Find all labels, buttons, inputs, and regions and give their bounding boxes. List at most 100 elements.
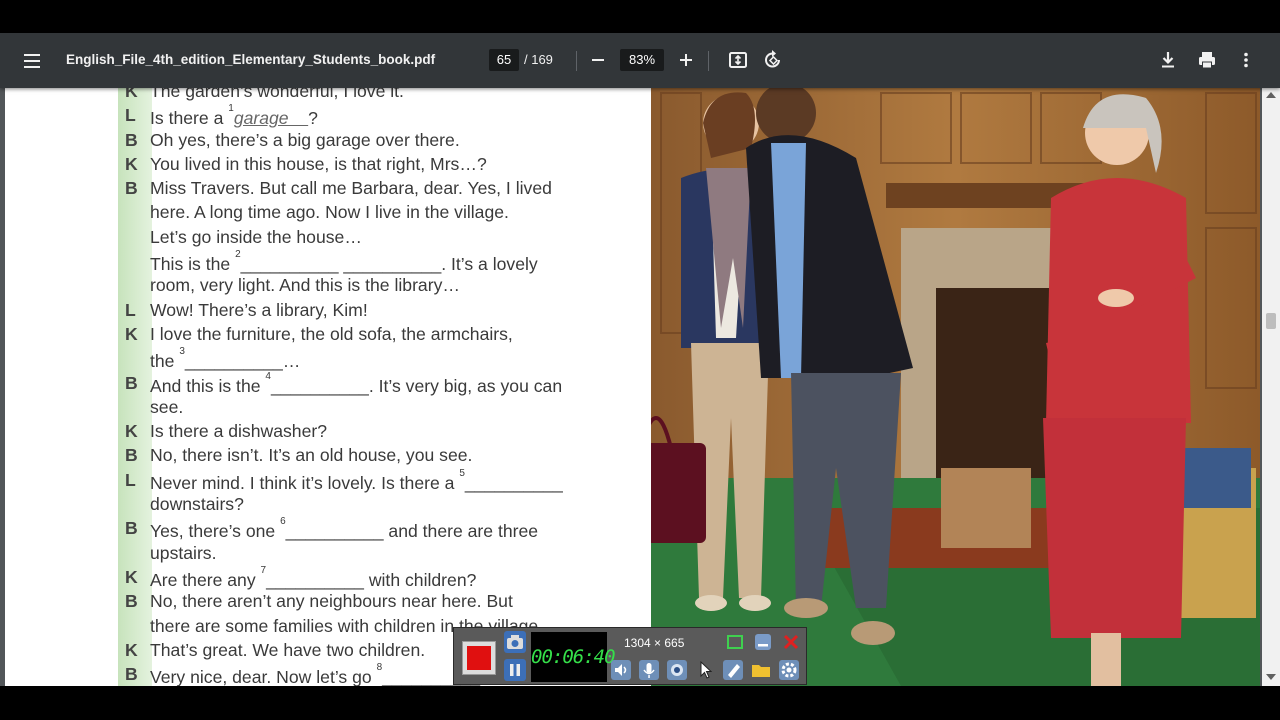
download-button[interactable] <box>1155 47 1181 73</box>
filled-answer: garage <box>233 108 309 129</box>
dialogue-line: B And this is the 4__________. It’s very … <box>125 370 645 396</box>
rotate-icon <box>765 50 780 68</box>
minus-icon <box>592 59 604 61</box>
dialogue-line: L Wow! There’s a library, Kim! <box>125 298 645 322</box>
dialogue-line: here. A long time ago. Now I live in the… <box>125 200 645 224</box>
speaker-label: B <box>125 518 138 539</box>
dialogue-line: B No, there aren’t any neighbours near he… <box>125 589 645 613</box>
more-options-button[interactable] <box>1233 47 1259 73</box>
dialogue-line: Let’s go inside the house… <box>125 225 645 249</box>
settings-gear-icon[interactable] <box>778 659 800 681</box>
zoom-in-button[interactable] <box>673 47 699 73</box>
dialogue-line: K The garden’s wonderful, I love it. <box>125 88 645 103</box>
camera-icon[interactable] <box>504 631 526 653</box>
gap-number: 8 <box>376 662 383 674</box>
dialogue-text: here. A long time ago. Now I live in the… <box>150 202 509 223</box>
dialogue-line: the 3__________… <box>125 346 645 372</box>
dialogue-line: B Miss Travers. But call me Barbara, dear… <box>125 176 645 200</box>
speaker-label: L <box>125 469 136 490</box>
dialogue-line: K Is there a dishwasher? <box>125 419 645 443</box>
print-button[interactable] <box>1194 47 1220 73</box>
dialogue-text: K The garden’s wonderful, I love it. L Is t… <box>125 88 645 686</box>
folder-icon[interactable] <box>750 659 772 681</box>
dialogue-text: Is there a 1garage ? <box>150 103 318 129</box>
dialogue-text: And this is the 4__________. It’s very b… <box>150 370 563 396</box>
toolbar-divider <box>576 51 577 71</box>
dialogue-text: The garden’s wonderful, I love it. <box>150 88 404 101</box>
recording-timer: 00:06:40 <box>531 632 616 682</box>
zoom-level-input[interactable]: 83% <box>620 49 664 71</box>
dialogue-text: Miss Travers. But call me Barbara, dear.… <box>150 178 552 199</box>
speaker-label: B <box>125 445 138 466</box>
speaker-icon[interactable] <box>610 659 632 681</box>
download-icon <box>1162 52 1174 68</box>
dialogue-panel: K The garden’s wonderful, I love it. L Is t… <box>5 88 651 686</box>
dialogue-text: Are there any 7__________ with children? <box>150 564 477 590</box>
dialogue-line: B No, there isn’t. It’s an old house, you… <box>125 443 645 467</box>
top-black-bar <box>0 0 1280 33</box>
dialogue-text: upstairs. <box>150 542 217 563</box>
dialogue-text: Let’s go inside the house… <box>150 226 362 247</box>
gap-number: 3 <box>179 346 185 358</box>
dialogue-line: This is the 2__________ __________. It’s… <box>125 249 645 274</box>
screen-recorder-panel: 00:06:40 1304 × 665 <box>453 627 807 685</box>
scrollbar-thumb[interactable] <box>1266 313 1276 329</box>
gap-number: 1 <box>228 103 234 115</box>
scroll-down-icon[interactable] <box>1266 674 1276 680</box>
close-icon[interactable] <box>780 631 802 653</box>
page-total: / 169 <box>524 52 553 67</box>
stop-icon <box>467 646 491 670</box>
scroll-up-icon[interactable] <box>1266 92 1276 98</box>
dialogue-line: see. <box>125 395 645 419</box>
dialogue-text: the 3__________… <box>150 346 301 372</box>
plus-icon <box>680 54 692 66</box>
dialogue-line: L Is there a 1garage ? <box>125 103 645 129</box>
gap-number: 6 <box>280 516 286 528</box>
speaker-label: K <box>125 323 138 344</box>
fit-page-icon <box>729 52 747 68</box>
dialogue-text: Never mind. I think it’s lovely. Is ther… <box>150 467 563 493</box>
speaker-label: L <box>125 299 136 320</box>
dialogue-text: That’s great. We have two children. <box>150 639 426 660</box>
capture-size: 1304 × 665 <box>624 636 685 650</box>
speaker-label: B <box>125 591 138 612</box>
speaker-label: K <box>125 88 138 101</box>
speaker-label: B <box>125 664 138 685</box>
dialogue-line: L Never mind. I think it’s lovely. Is the… <box>125 467 645 493</box>
printer-icon <box>1199 52 1215 69</box>
minimize-icon[interactable] <box>752 631 774 653</box>
fit-to-page-button[interactable] <box>725 47 751 73</box>
gap-number: 5 <box>459 467 465 479</box>
vertical-scrollbar[interactable] <box>1262 88 1280 686</box>
speaker-label: K <box>125 421 138 442</box>
stop-record-button[interactable] <box>462 641 496 675</box>
webcam-icon[interactable] <box>666 659 688 681</box>
more-vertical-icon <box>1244 52 1248 68</box>
dialogue-text: I love the furniture, the old sofa, the … <box>150 323 513 344</box>
dialogue-text: Very nice, dear. Now let’s go 8_________… <box>150 662 480 686</box>
pen-icon[interactable] <box>722 659 744 681</box>
pdf-viewer[interactable]: K The garden’s wonderful, I love it. L Is t… <box>0 88 1280 686</box>
gap-number: 4 <box>265 370 271 382</box>
gap-number: 2 <box>235 249 241 261</box>
cursor-icon[interactable] <box>694 659 716 681</box>
dialogue-line: downstairs? <box>125 492 645 516</box>
dialogue-text: No, there aren’t any neighbours near her… <box>150 591 513 612</box>
menu-icon[interactable] <box>22 50 44 72</box>
page-number-input[interactable]: 65 <box>489 49 519 71</box>
gap-number: 7 <box>260 564 267 576</box>
speaker-label: K <box>125 153 138 174</box>
dialogue-line: K I love the furniture, the old sofa, the… <box>125 322 645 346</box>
dialogue-line: upstairs. <box>125 541 645 565</box>
bottom-black-bar <box>0 686 1280 720</box>
rotate-button[interactable] <box>760 47 786 73</box>
dialogue-line: K Are there any 7__________ with children… <box>125 564 645 590</box>
region-select-icon[interactable] <box>724 631 746 653</box>
microphone-icon[interactable] <box>638 659 660 681</box>
pause-icon[interactable] <box>504 659 526 681</box>
dialogue-text: Yes, there’s one 6__________ and there a… <box>150 516 539 542</box>
house-interior-photo <box>651 88 1260 686</box>
dialogue-line: B Oh yes, there’s a big garage over there… <box>125 128 645 152</box>
speaker-label: B <box>125 372 138 393</box>
zoom-out-button[interactable] <box>585 47 611 73</box>
